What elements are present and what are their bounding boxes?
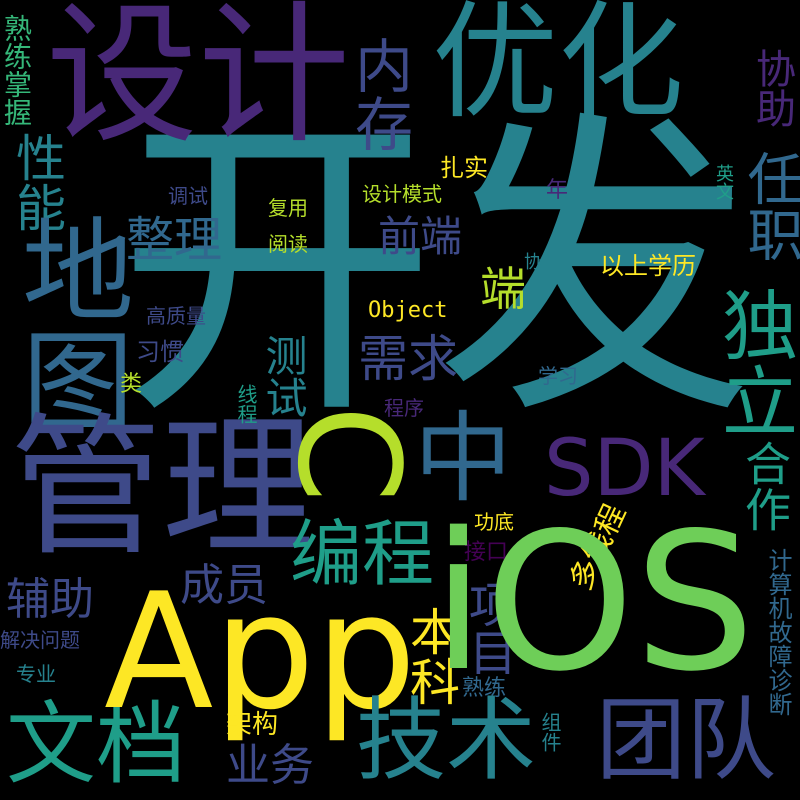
word-zhashi: 扎实 xyxy=(440,154,488,182)
word-shulianzhangwo: 熟练掌握 xyxy=(0,14,33,126)
word-xiguan: 习惯 xyxy=(136,338,184,366)
word-yishangxueli: 以上学历 xyxy=(600,252,696,280)
word-jishu: 技术 xyxy=(356,688,536,793)
word-gaozhiliang: 高质量 xyxy=(146,304,206,328)
word-neicun: 内存 xyxy=(345,36,413,152)
word-object: Object xyxy=(368,298,448,323)
word-tiaoshi: 调试 xyxy=(168,184,208,208)
word-zhengli: 整理 xyxy=(126,212,223,268)
word-jiejuewenti: 解决问题 xyxy=(0,628,80,652)
word-yingwen: 英文 xyxy=(713,164,734,200)
word-xuqiu: 需求 xyxy=(358,330,458,388)
word-fuzhu: 辅助 xyxy=(6,574,94,625)
word-xie: 协 xyxy=(524,252,542,273)
word-yuedu: 阅读 xyxy=(268,232,308,256)
word-qianduan: 前端 xyxy=(378,212,463,261)
word-shulian: 熟练 xyxy=(462,676,507,701)
word-tuandui: 团队 xyxy=(596,688,776,793)
word-zhuanye: 专业 xyxy=(16,662,56,686)
word-cloud: 开发 设计 优化 内存 协助 任职 独立 熟练掌握 性能 地图 管理 辅助 解决… xyxy=(0,0,800,800)
word-youhua: 优化 xyxy=(432,0,684,136)
word-duli: 独立 xyxy=(709,286,798,438)
word-xiancheng: 线程 xyxy=(234,384,258,424)
word-xiezhu: 协助 xyxy=(749,48,795,128)
word-yewu: 业务 xyxy=(226,740,314,791)
word-duan: 端 xyxy=(480,262,526,316)
word-xuexi: 学习 xyxy=(538,364,578,388)
word-lei: 类 xyxy=(120,372,143,397)
word-jiagou: 架构 xyxy=(226,710,279,740)
word-fuyong: 复用 xyxy=(268,196,308,220)
word-renzhi: 任职 xyxy=(738,150,800,262)
word-c: C xyxy=(265,405,429,503)
word-shejimoshi: 设计模式 xyxy=(362,182,442,206)
word-sheji: 设计 xyxy=(46,0,350,164)
word-zujian: 组件 xyxy=(538,712,562,752)
word-nian: 年 xyxy=(546,178,569,203)
word-ios: iOS xyxy=(432,492,755,713)
